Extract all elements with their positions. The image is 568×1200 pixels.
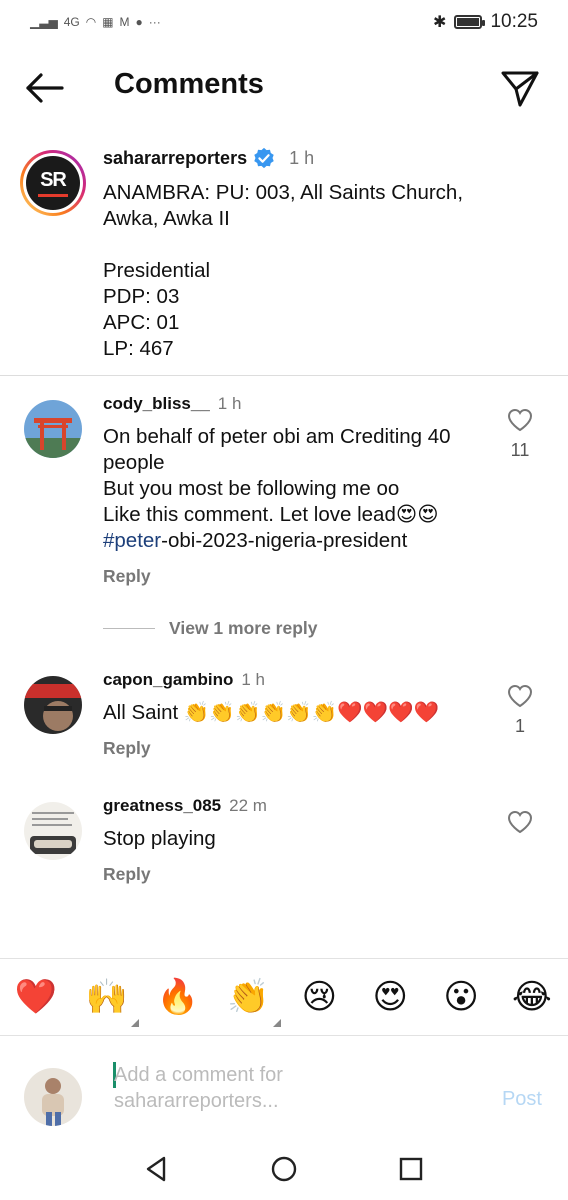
caption-text: ANAMBRA: PU: 003, All Saints Church, Awk…: [103, 181, 464, 360]
timestamp: 1 h: [241, 670, 265, 689]
comment-text: Stop playing: [103, 827, 216, 850]
arrow-left-icon[interactable]: [24, 70, 64, 106]
timestamp: 22 m: [229, 796, 267, 815]
comment-text: All Saint 👏👏👏👏👏👏❤️❤️❤️❤️: [103, 701, 440, 724]
view-more-replies[interactable]: View 1 more reply: [103, 618, 318, 639]
chat-icon: ●: [135, 15, 143, 29]
like-count: 1: [514, 716, 525, 736]
gmail-icon: M: [119, 15, 130, 29]
emoji-surprised-button[interactable]: 😮: [439, 975, 483, 1019]
emoji-crying-button[interactable]: 😢: [297, 975, 341, 1019]
emoji-quick-bar: ❤️ 🙌 🔥 👏 😢 😍 😮 😂: [0, 958, 568, 1036]
verified-badge-icon: [254, 147, 274, 169]
avatar[interactable]: [24, 400, 82, 458]
status-icons-left: ▁▃▅ 4G ◠ ▦ M ● ···: [30, 15, 161, 29]
comment-text: On behalf of peter obi am Crediting 40 p…: [103, 425, 451, 552]
heart-icon[interactable]: [507, 408, 533, 432]
signal-icon: ▁▃▅: [30, 15, 58, 29]
comment-author[interactable]: greatness_085 22 m: [103, 796, 267, 816]
like-count: 11: [510, 440, 530, 460]
hashtag-link[interactable]: #peter: [103, 529, 161, 552]
avatar[interactable]: [24, 676, 82, 734]
nav-recents-icon[interactable]: [396, 1154, 426, 1184]
nav-back-icon[interactable]: [142, 1154, 172, 1184]
comment-input[interactable]: Add a comment for sahararreporters...: [114, 1062, 374, 1114]
page-title: Comments: [114, 68, 264, 100]
timestamp: 1 h: [289, 147, 315, 168]
comment-composer: Add a comment for sahararreporters... Po…: [0, 1036, 568, 1136]
comment-author[interactable]: capon_gambino 1 h: [103, 670, 265, 690]
heart-icon[interactable]: [507, 810, 533, 834]
avatar[interactable]: SR: [20, 150, 86, 216]
post-caption: SR sahararreporters 1 h ANAMBRA: PU: 003…: [0, 140, 568, 376]
more-notifications-icon: ···: [148, 15, 161, 29]
heart-icon[interactable]: [507, 684, 533, 708]
post-button[interactable]: Post: [502, 1088, 542, 1111]
comment-author[interactable]: cody_bliss__ 1 h: [103, 394, 241, 414]
avatar[interactable]: [24, 802, 82, 860]
paper-plane-icon[interactable]: [500, 68, 540, 108]
timestamp: 1 h: [217, 394, 242, 413]
nav-home-icon[interactable]: [269, 1154, 299, 1184]
wifi-icon: ◠: [85, 15, 97, 29]
grid-icon: ▦: [102, 15, 114, 29]
reply-button[interactable]: Reply: [103, 566, 151, 587]
header: Comments: [0, 56, 568, 120]
sahara-reporters-logo: SR: [26, 156, 80, 210]
emoji-heart-eyes-button[interactable]: 😍: [368, 975, 412, 1019]
system-nav-bar: [0, 1136, 568, 1200]
reply-button[interactable]: Reply: [103, 864, 151, 885]
emoji-heart-button[interactable]: ❤️: [14, 975, 58, 1019]
battery-icon: [454, 15, 486, 29]
status-icons-right: ✱ 10:25: [433, 11, 538, 33]
status-bar: ▁▃▅ 4G ◠ ▦ M ● ··· ✱ 10:25: [0, 0, 568, 44]
network-type: 4G: [63, 15, 80, 29]
emoji-laughing-button[interactable]: 😂: [510, 975, 554, 1019]
reply-button[interactable]: Reply: [103, 738, 151, 759]
username[interactable]: sahararreporters: [103, 148, 247, 169]
bluetooth-icon: ✱: [433, 14, 447, 31]
emoji-raised-hands-button[interactable]: 🙌: [85, 975, 139, 1027]
caption-author: sahararreporters 1 h: [103, 147, 314, 169]
avatar[interactable]: [24, 1068, 82, 1126]
emoji-clap-button[interactable]: 👏: [227, 975, 281, 1027]
clock: 10:25: [490, 11, 538, 32]
emoji-fire-button[interactable]: 🔥: [156, 975, 200, 1019]
